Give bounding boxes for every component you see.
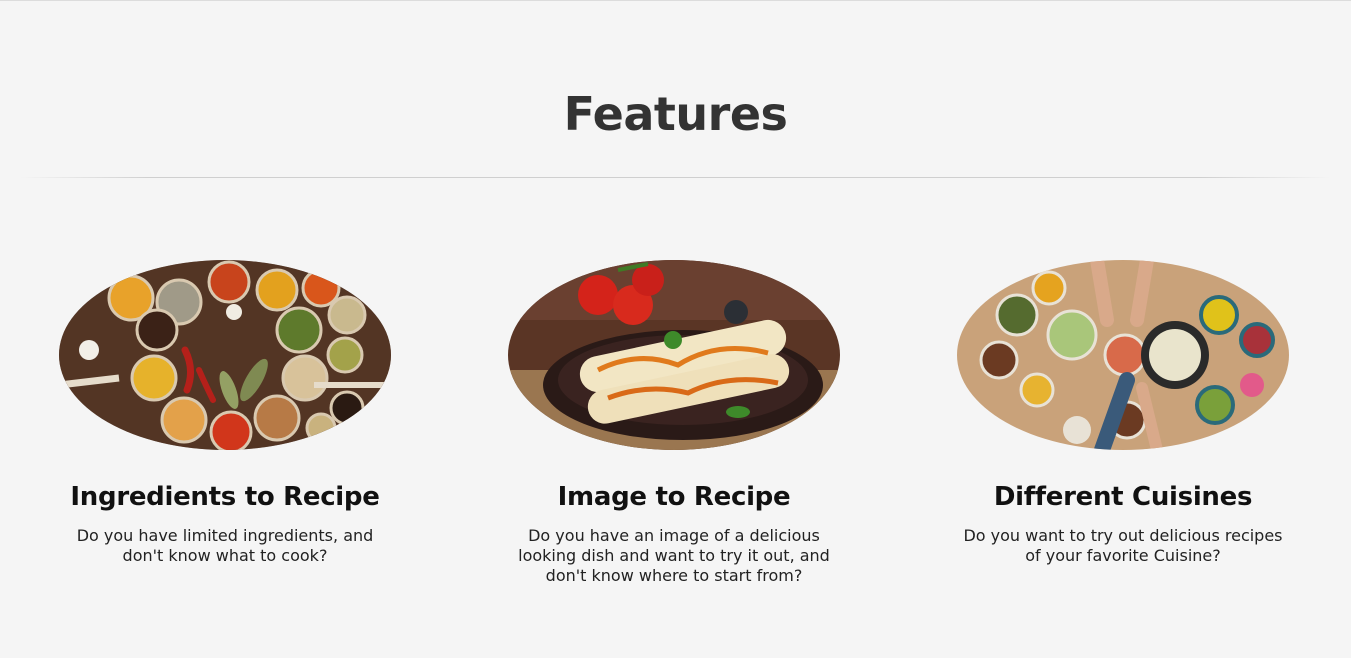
feature-card-cuisines: Different Cuisines Do you want to try ou…: [953, 260, 1293, 566]
feature-card-image: Image to Recipe Do you have an image of …: [504, 260, 844, 586]
feature-description: Do you want to try out delicious recipes…: [963, 526, 1283, 565]
feature-title: Ingredients to Recipe: [70, 482, 380, 512]
feature-title: Different Cuisines: [993, 482, 1253, 512]
cuisines-table-image: [957, 260, 1289, 450]
spices-image: [59, 260, 391, 450]
feature-description: Do you have limited ingredients, and don…: [76, 526, 374, 565]
feature-description: Do you have an image of a delicious look…: [518, 526, 830, 585]
feature-card-ingredients: Ingredients to Recipe Do you have limite…: [55, 260, 395, 566]
feature-title: Image to Recipe: [557, 482, 791, 512]
section-title: Features: [563, 87, 788, 141]
section-divider: [20, 177, 1331, 178]
enchilada-dish-image: [508, 260, 840, 450]
top-border: [0, 0, 1351, 1]
